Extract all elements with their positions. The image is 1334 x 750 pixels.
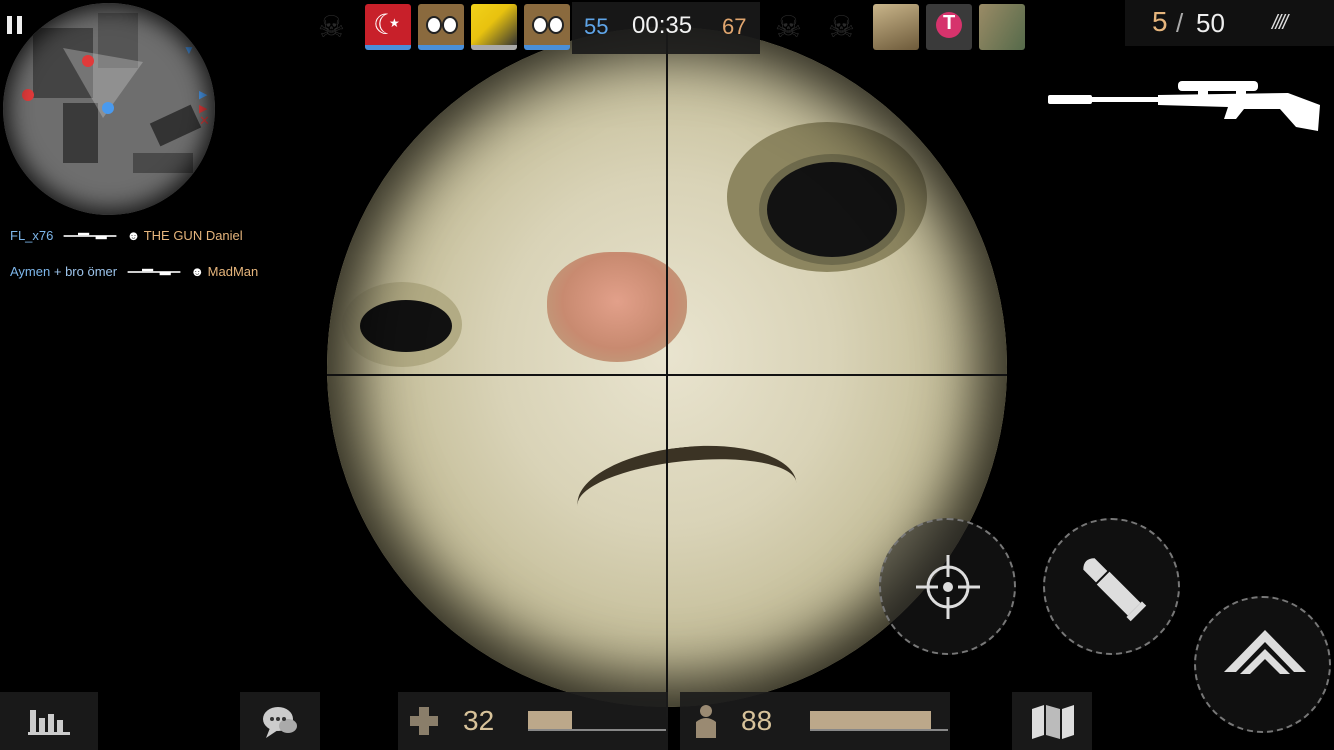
jump-chevron-icon — [1224, 630, 1306, 674]
reload-button[interactable] — [1043, 518, 1180, 655]
player-dot — [102, 102, 114, 114]
enemy-marker: ▶ — [199, 89, 208, 101]
team-avatar: ☾ ★ — [365, 4, 411, 50]
skull-icon: ☠ — [318, 11, 345, 44]
team-red-score: 67 — [722, 14, 747, 39]
health-bar — [528, 711, 666, 731]
team-avatar — [471, 4, 517, 50]
armor-bar — [810, 711, 948, 731]
victim-name: THE GUN Daniel — [143, 228, 243, 243]
assist-name: + bro ömer — [53, 264, 118, 279]
victim-name: MadMan — [207, 264, 259, 279]
map-icon[interactable] — [1030, 703, 1076, 739]
scope-aim-icon — [916, 555, 980, 619]
team-avatar — [524, 4, 570, 50]
reload-bullet-icon — [1083, 558, 1147, 622]
pause-button[interactable] — [6, 14, 24, 36]
health-bar-fill — [528, 711, 573, 729]
cat-mouth — [572, 435, 802, 553]
team-blue-score: 55 — [584, 14, 609, 39]
killer-name: Aymen — [10, 264, 51, 279]
round-timer: 00:35 — [632, 12, 693, 39]
enemy-marker: ▼ — [183, 43, 195, 57]
sniper-rifle-icon[interactable] — [1048, 75, 1320, 135]
crosshair-vertical — [666, 27, 668, 717]
chat-icon[interactable] — [262, 704, 298, 740]
ammo-separator: / — [1176, 8, 1184, 38]
killfeed-row: Aymen + bro ömer ☻ MadMan — [10, 264, 258, 279]
enemy-marker: ▶ — [199, 103, 208, 115]
headshot-skull-icon: ☻ — [126, 228, 141, 243]
minimap[interactable]: ▼ ▶ ▶ ✕ — [3, 3, 215, 215]
health-value: 32 — [463, 705, 495, 736]
enemy-dot — [22, 89, 34, 101]
stats-icon[interactable] — [28, 706, 70, 736]
jump-button[interactable] — [1194, 596, 1331, 733]
killer-name: FL_x76 — [10, 228, 54, 243]
enemy-dot — [82, 55, 94, 67]
aim-scope-button[interactable] — [879, 518, 1016, 655]
headshot-skull-icon: ☻ — [190, 264, 205, 279]
death-marker: ✕ — [199, 113, 210, 128]
skull-icon: ☠ — [775, 11, 802, 44]
ammo-current: 5 — [1152, 6, 1168, 37]
magazine-indicator: //// — [1272, 12, 1288, 34]
killfeed-row: FL_x76 ☻ THE GUN Daniel — [10, 228, 243, 243]
skull-icon: ☠ — [828, 11, 855, 44]
pause-icon — [7, 16, 22, 34]
cat-left-eye — [342, 282, 462, 367]
sniper-rifle-icon — [63, 232, 117, 240]
armor-icon — [696, 705, 716, 738]
enemy-avatar — [873, 4, 919, 50]
enemy-avatar: T — [926, 4, 972, 50]
armor-bar-fill — [810, 711, 932, 729]
sniper-rifle-icon — [127, 268, 181, 276]
enemy-avatar — [979, 4, 1025, 50]
ammo-total: 50 — [1196, 8, 1225, 38]
team-avatar — [418, 4, 464, 50]
health-cross-icon — [410, 707, 438, 735]
cat-right-eye — [727, 122, 927, 272]
armor-value: 88 — [741, 705, 773, 736]
crosshair-horizontal — [327, 374, 1007, 376]
